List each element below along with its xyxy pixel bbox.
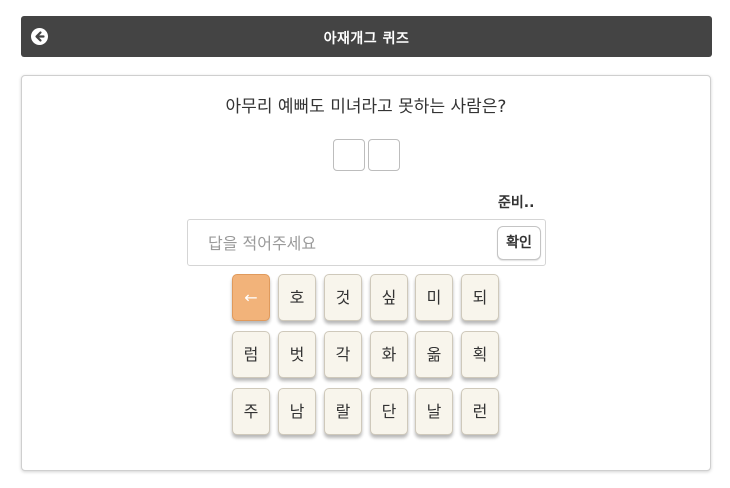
answer-form: 확인	[187, 219, 546, 266]
syllable-key[interactable]: 날	[415, 388, 453, 435]
syllable-key[interactable]: 벗	[278, 331, 316, 378]
quiz-card: 아무리 예뻐도 미녀라고 못하는 사람은? 준비.. 확인 ← 호 것 싶 미 …	[21, 75, 711, 471]
syllable-key[interactable]: 되	[461, 274, 499, 321]
syllable-key[interactable]: 것	[324, 274, 362, 321]
syllable-key[interactable]: 남	[278, 388, 316, 435]
status-text: 준비..	[498, 195, 535, 211]
top-bar: 아재개그 퀴즈	[21, 16, 712, 57]
syllable-key[interactable]: 미	[415, 274, 453, 321]
syllable-key[interactable]: 런	[461, 388, 499, 435]
syllable-key[interactable]: 획	[461, 331, 499, 378]
syllable-key[interactable]: 럼	[232, 331, 270, 378]
syllable-key[interactable]: 각	[324, 331, 362, 378]
syllable-key[interactable]: 주	[232, 388, 270, 435]
syllable-key[interactable]: 싶	[370, 274, 408, 321]
answer-slot	[368, 139, 400, 171]
answer-slot	[333, 139, 365, 171]
syllable-key[interactable]: 옮	[415, 331, 453, 378]
syllable-key[interactable]: 호	[278, 274, 316, 321]
syllable-key[interactable]: 단	[370, 388, 408, 435]
page-title: 아재개그 퀴즈	[323, 31, 410, 47]
syllable-key[interactable]: 화	[370, 331, 408, 378]
syllable-key[interactable]: 랄	[324, 388, 362, 435]
confirm-button[interactable]: 확인	[497, 226, 541, 260]
quiz-question: 아무리 예뻐도 미녀라고 못하는 사람은?	[225, 97, 507, 117]
backspace-button[interactable]: ←	[232, 274, 270, 321]
answer-input[interactable]	[208, 229, 488, 257]
